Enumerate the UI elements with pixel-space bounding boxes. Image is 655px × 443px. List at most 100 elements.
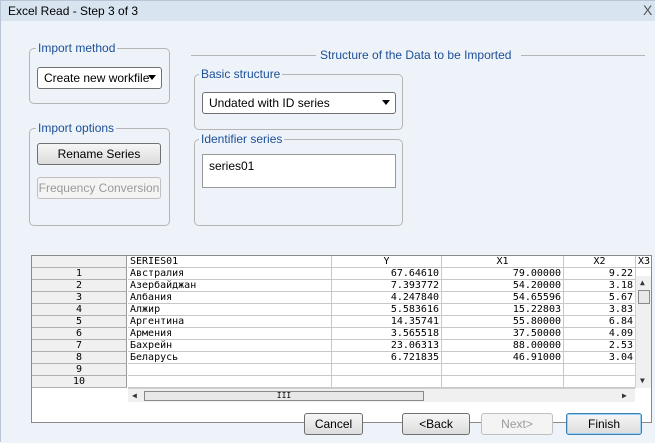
x1-cell[interactable]: 54.20000 (442, 280, 564, 292)
title-bar: Excel Read - Step 3 of 3 X (1, 1, 655, 21)
column-header[interactable]: X1 (442, 256, 564, 268)
series01-cell[interactable]: Азербайджан (128, 280, 332, 292)
x2-cell[interactable]: 3.83 (564, 304, 636, 316)
identifier-series-group: Identifier series series01 (194, 132, 403, 226)
row-number-cell[interactable]: 4 (32, 304, 127, 316)
column-header[interactable]: X2 (564, 256, 636, 268)
x1-cell[interactable]: 15.22803 (442, 304, 564, 316)
x2-cell[interactable]: 6.84 (564, 316, 636, 328)
import-method-select[interactable]: Create new workfile (37, 67, 162, 89)
excel-read-dialog: Excel Read - Step 3 of 3 X Import method… (0, 0, 655, 443)
x1-cell[interactable]: 46.91000 (442, 352, 564, 364)
y-cell[interactable]: 4.247840 (332, 292, 442, 304)
identifier-series-input[interactable]: series01 (202, 154, 396, 188)
y-cell[interactable]: 3.565518 (332, 328, 442, 340)
horizontal-scroll-thumb[interactable]: III (144, 391, 424, 401)
cancel-button[interactable]: Cancel (304, 413, 363, 435)
row-number-cell[interactable]: 1 (32, 268, 127, 280)
row-number-cell[interactable]: 9 (32, 364, 127, 376)
row-number-cell[interactable]: 8 (32, 352, 127, 364)
row-number-cell[interactable]: 7 (32, 340, 127, 352)
next-button[interactable]: Next> (481, 413, 553, 435)
identifier-series-legend: Identifier series (199, 132, 285, 146)
y-cell[interactable]: 7.393772 (332, 280, 442, 292)
window-title: Excel Read - Step 3 of 3 (8, 4, 139, 18)
x1-cell[interactable]: 37.50000 (442, 328, 564, 340)
x1-cell[interactable]: 54.65596 (442, 292, 564, 304)
table-row[interactable]: 3 Албания 4.247840 54.65596 5.67 (32, 292, 651, 304)
y-cell[interactable]: 5.583616 (332, 304, 442, 316)
scroll-down-icon[interactable]: ▼ (640, 376, 645, 385)
series01-cell[interactable]: Аргентина (128, 316, 332, 328)
x2-cell[interactable]: 3.18 (564, 280, 636, 292)
x2-cell[interactable] (564, 376, 636, 388)
x1-cell[interactable] (442, 376, 564, 388)
import-method-group: Import method Create new workfile (29, 41, 170, 104)
column-header[interactable]: X3 (636, 256, 651, 268)
y-cell[interactable]: 23.06313 (332, 340, 442, 352)
data-preview-grid[interactable]: SERIES01 Y X1 X2 X3 1 Австралия 67.64610 79… (31, 255, 652, 423)
x1-cell[interactable]: 79.00000 (442, 268, 564, 280)
y-cell[interactable]: 67.64610 (332, 268, 442, 280)
scroll-right-icon[interactable]: ▶ (622, 391, 627, 400)
finish-button[interactable]: Finish (566, 413, 642, 435)
table-row[interactable]: 8 Беларусь 6.721835 46.91000 3.04 (32, 352, 651, 364)
x1-cell[interactable]: 88.00000 (442, 340, 564, 352)
structure-divider-right (521, 55, 645, 56)
y-cell[interactable]: 6.721835 (332, 352, 442, 364)
series01-cell[interactable]: Австралия (128, 268, 332, 280)
frequency-conversion-button[interactable]: Frequency Conversion (37, 177, 161, 199)
x2-cell[interactable]: 9.22 (564, 268, 636, 280)
column-header[interactable]: SERIES01 (128, 256, 332, 268)
x2-cell[interactable]: 5.67 (564, 292, 636, 304)
y-cell[interactable] (332, 376, 442, 388)
table-row[interactable]: 5 Аргентина 14.35741 55.80000 6.84 (32, 316, 651, 328)
x2-cell[interactable]: 3.04 (564, 352, 636, 364)
basic-structure-select[interactable]: Undated with ID series (202, 92, 396, 114)
table-row[interactable]: 6 Армения 3.565518 37.50000 4.09 (32, 328, 651, 340)
structure-divider-left (191, 55, 316, 56)
x1-cell[interactable]: 55.80000 (442, 316, 564, 328)
table-row[interactable]: 1 Австралия 67.64610 79.00000 9.22 (32, 268, 651, 280)
vertical-scroll-thumb[interactable] (638, 290, 650, 304)
table-row[interactable]: 10 (32, 376, 651, 388)
import-method-value: Create new workfile (44, 71, 150, 85)
x2-cell[interactable]: 4.09 (564, 328, 636, 340)
series01-cell[interactable] (128, 364, 332, 376)
dialog-body: Import method Create new workfile Import… (1, 21, 655, 443)
import-method-legend: Import method (36, 41, 118, 55)
horizontal-scrollbar[interactable]: ◀ III ▶ (128, 388, 635, 402)
table-row[interactable]: 9 (32, 364, 651, 376)
column-header[interactable]: Y (332, 256, 442, 268)
back-button[interactable]: <Back (402, 413, 470, 435)
table-row[interactable]: 2 Азербайджан 7.393772 54.20000 3.18 (32, 280, 651, 292)
table-row[interactable]: 4 Алжир 5.583616 15.22803 3.83 (32, 304, 651, 316)
row-number-cell[interactable]: 10 (32, 376, 127, 388)
chevron-down-icon (148, 75, 156, 80)
x1-cell[interactable] (442, 364, 564, 376)
rename-series-button[interactable]: Rename Series (37, 143, 161, 165)
table-header-row: SERIES01 Y X1 X2 X3 (32, 256, 651, 268)
series01-cell[interactable]: Бахрейн (128, 340, 332, 352)
table-row[interactable]: 7 Бахрейн 23.06313 88.00000 2.53 (32, 340, 651, 352)
series01-cell[interactable]: Беларусь (128, 352, 332, 364)
series01-cell[interactable]: Албания (128, 292, 332, 304)
x2-cell[interactable] (564, 364, 636, 376)
row-number-cell[interactable]: 5 (32, 316, 127, 328)
series01-cell[interactable]: Алжир (128, 304, 332, 316)
series01-cell[interactable] (128, 376, 332, 388)
row-number-cell[interactable]: 3 (32, 292, 127, 304)
series01-cell[interactable]: Армения (128, 328, 332, 340)
y-cell[interactable] (332, 364, 442, 376)
y-cell[interactable]: 14.35741 (332, 316, 442, 328)
row-number-cell[interactable]: 6 (32, 328, 127, 340)
basic-structure-group: Basic structure Undated with ID series (194, 67, 403, 130)
row-number-cell[interactable]: 2 (32, 280, 127, 292)
x2-cell[interactable]: 2.53 (564, 340, 636, 352)
basic-structure-legend: Basic structure (199, 67, 283, 81)
close-icon[interactable]: X (643, 2, 652, 18)
basic-structure-value: Undated with ID series (209, 96, 330, 110)
scroll-left-icon[interactable]: ◀ (132, 391, 137, 400)
vertical-scrollbar[interactable]: ▲ ▼ (635, 276, 651, 388)
scroll-up-icon[interactable]: ▲ (640, 278, 645, 287)
